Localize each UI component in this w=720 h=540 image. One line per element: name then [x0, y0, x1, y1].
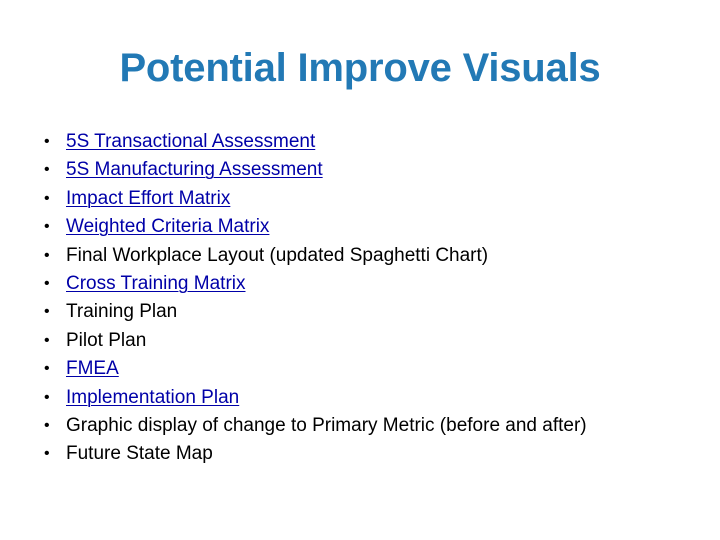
list-item-label: Training Plan — [66, 301, 178, 323]
bullet-icon: • — [44, 445, 50, 463]
list-item: • Final Workplace Layout (updated Spaghet… — [38, 242, 698, 270]
bullet-icon: • — [44, 274, 50, 292]
list-item-link[interactable]: Weighted Criteria Matrix — [66, 216, 269, 237]
list-item-link[interactable]: Cross Training Matrix — [66, 273, 246, 294]
list-item[interactable]: • FMEA — [38, 355, 698, 383]
list-item-link[interactable]: FMEA — [66, 358, 119, 379]
slide-canvas: Potential Improve Visuals • 5S Transactio… — [0, 0, 720, 540]
list-item-label: Final Workplace Layout (updated Spaghett… — [66, 244, 489, 266]
list-item[interactable]: • Implementation Plan — [38, 384, 698, 412]
list-item: • Graphic display of change to Primary Me… — [38, 412, 698, 440]
list-item-link[interactable]: 5S Manufacturing Assessment — [66, 159, 323, 180]
list-item[interactable]: • Cross Training Matrix — [38, 270, 698, 298]
bullet-icon: • — [44, 218, 50, 236]
list-item: • Training Plan — [38, 298, 698, 326]
bullet-icon: • — [44, 133, 50, 150]
list-item: • Future State Map — [38, 440, 698, 468]
bullet-icon: • — [44, 416, 50, 434]
bullet-icon: • — [44, 360, 50, 378]
list-item-link[interactable]: Impact Effort Matrix — [66, 188, 230, 209]
list-item-label: Future State Map — [66, 443, 213, 465]
list-item[interactable]: • Impact Effort Matrix — [38, 185, 698, 213]
list-item: • Pilot Plan — [38, 327, 698, 355]
bullet-icon: • — [44, 189, 50, 207]
page-title: Potential Improve Visuals — [119, 46, 601, 90]
bullet-icon: • — [44, 388, 50, 406]
list-item-label: Graphic display of change to Primary Met… — [66, 414, 587, 436]
bullet-icon: • — [44, 246, 50, 264]
bullet-icon: • — [44, 331, 50, 349]
list-item[interactable]: • Weighted Criteria Matrix — [38, 213, 698, 241]
list-item-link[interactable]: Implementation Plan — [66, 387, 239, 408]
content-placeholder: • 5S Transactional Assessment • 5S Manufact… — [38, 128, 698, 469]
list-item-link[interactable]: 5S Transactional Assessment — [66, 131, 315, 152]
bullet-list: • 5S Transactional Assessment • 5S Manufact… — [38, 128, 698, 469]
bullet-icon: • — [44, 161, 50, 179]
list-item-label: Pilot Plan — [66, 329, 147, 351]
bullet-icon: • — [44, 303, 50, 321]
list-item[interactable]: • 5S Transactional Assessment — [38, 128, 698, 156]
list-item[interactable]: • 5S Manufacturing Assessment — [38, 156, 698, 184]
